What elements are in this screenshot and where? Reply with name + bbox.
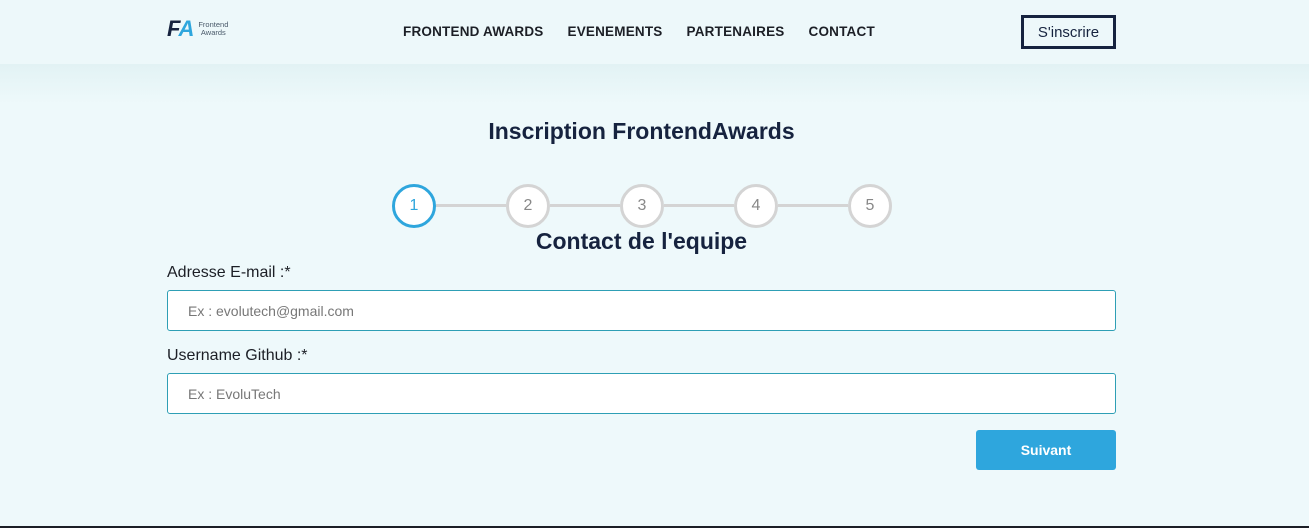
section-title: Contact de l'equipe [535, 228, 748, 254]
nav-frontend-awards[interactable]: FRONTEND AWARDS [403, 24, 544, 39]
header-shadow [0, 64, 1309, 104]
signup-button[interactable]: S'inscrire [1021, 15, 1116, 49]
github-label: Username Github :* [167, 347, 308, 364]
step-2[interactable]: 2 [506, 184, 550, 228]
next-button[interactable]: Suivant [976, 430, 1116, 470]
step-3[interactable]: 3 [620, 184, 664, 228]
progress-stepper: 1 2 3 4 5 [392, 184, 892, 228]
page-title: Inscription FrontendAwards [488, 118, 795, 144]
step-1[interactable]: 1 [392, 184, 436, 228]
logo-mark: F A [167, 16, 194, 41]
logo-text: Frontend Awards [198, 20, 229, 37]
step-connector [436, 204, 506, 207]
step-connector [550, 204, 620, 207]
step-5[interactable]: 5 [848, 184, 892, 228]
step-connector [664, 204, 734, 207]
email-field[interactable] [167, 290, 1116, 331]
site-header: F A Frontend Awards FRONTEND AWARDS EVEN… [0, 0, 1309, 64]
nav-contact[interactable]: CONTACT [809, 24, 875, 39]
step-4[interactable]: 4 [734, 184, 778, 228]
step-connector [778, 204, 848, 207]
main-nav: FRONTEND AWARDS EVENEMENTS PARTENAIRES C… [403, 24, 899, 39]
nav-partenaires[interactable]: PARTENAIRES [687, 24, 785, 39]
email-label: Adresse E-mail :* [167, 264, 291, 281]
frontend-awards-logo[interactable]: F A Frontend Awards [167, 16, 229, 41]
github-username-field[interactable] [167, 373, 1116, 414]
nav-evenements[interactable]: EVENEMENTS [568, 24, 663, 39]
